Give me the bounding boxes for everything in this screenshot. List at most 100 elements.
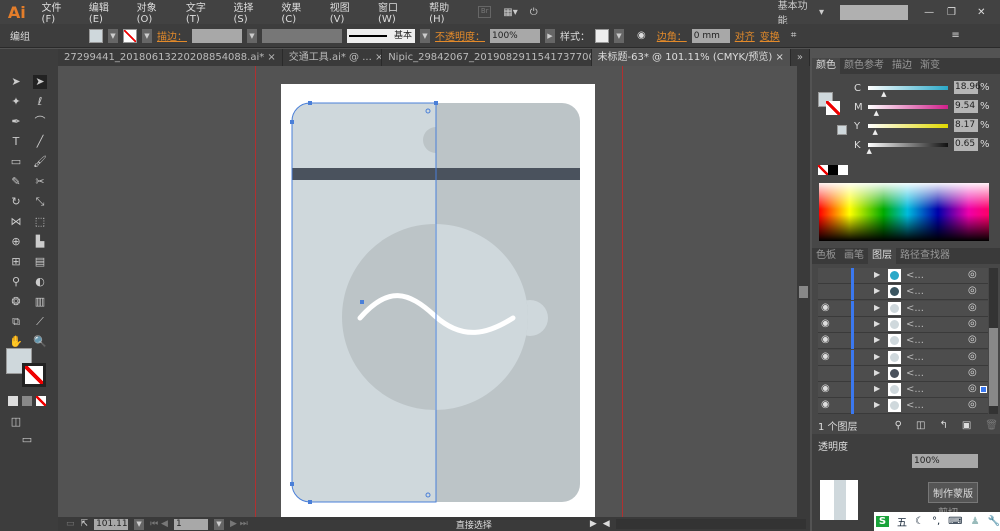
channel-value-m[interactable]: 9.54 <box>954 100 978 113</box>
expand-triangle-icon[interactable]: ▶ <box>874 400 880 409</box>
target-icon[interactable]: ◎ <box>968 383 977 394</box>
export-icon[interactable]: ⇱ <box>81 519 89 529</box>
style-swatch[interactable] <box>595 28 609 43</box>
hand-tool-icon[interactable]: ✋ <box>9 335 23 349</box>
target-icon[interactable]: ◎ <box>968 285 977 296</box>
current-tool-status[interactable]: 直接选择 <box>364 518 584 531</box>
minimize-button[interactable]: — <box>918 7 940 18</box>
eye-icon[interactable]: ◉ <box>821 351 835 362</box>
paintbrush-icon[interactable]: 🖌 <box>33 155 47 169</box>
target-icon[interactable]: ◎ <box>968 269 977 280</box>
tab-stroke[interactable]: 描边 <box>888 58 916 74</box>
layer-row[interactable]: ◉ ▶ <... ◎ <box>818 333 988 350</box>
layer-name[interactable]: <... <box>906 400 924 411</box>
vertical-scrollbar[interactable] <box>797 66 810 517</box>
variable-width-field[interactable] <box>262 28 342 43</box>
chevron-down-icon[interactable]: ▼ <box>108 28 118 43</box>
shape-builder-icon[interactable]: ⊕ <box>9 235 23 249</box>
zoom-tool-icon[interactable]: 🔍 <box>33 335 47 349</box>
delete-layer-icon[interactable]: 🗑 <box>985 420 998 431</box>
stroke-swatch[interactable] <box>123 28 137 43</box>
rotate-tool-icon[interactable]: ↻ <box>9 195 23 209</box>
gpu-icon[interactable]: ⏻ <box>530 7 538 18</box>
tab-document-1[interactable]: 27299441_20180613220208854088.ai* × <box>58 49 283 66</box>
black-swatch[interactable] <box>828 165 838 175</box>
target-icon[interactable]: ◎ <box>968 399 977 410</box>
pen-tool-icon[interactable]: ✒ <box>9 115 23 129</box>
menu-window[interactable]: 窗口(W) <box>370 0 421 25</box>
search-input[interactable] <box>839 4 908 20</box>
tab-document-4[interactable]: 未标题-63* @ 101.11% (CMYK/预览) × <box>591 49 791 66</box>
recolor-icon[interactable]: ◉ <box>637 30 646 41</box>
expand-triangle-icon[interactable]: ▶ <box>874 335 880 344</box>
graph-tool-icon[interactable]: ▥ <box>33 295 47 309</box>
perspective-grid-icon[interactable]: ▙ <box>33 235 47 249</box>
mesh-tool-icon[interactable]: ⊞ <box>9 255 23 269</box>
layer-row[interactable]: ◉ ▶ <... ◎ <box>818 300 988 317</box>
tab-gradient[interactable]: 渐变 <box>916 58 944 74</box>
user-icon[interactable]: ♟ <box>971 516 980 527</box>
magic-wand-icon[interactable]: ✦ <box>9 95 23 109</box>
out-of-gamut-swatch[interactable] <box>837 125 847 135</box>
menu-file[interactable]: 文件(F) <box>34 0 81 25</box>
stroke-color-box[interactable] <box>22 363 46 387</box>
brush-profile-field[interactable]: 基本 <box>347 28 415 43</box>
chevron-right-icon[interactable]: ▶ <box>545 28 555 43</box>
slider-handle[interactable]: ▲ <box>874 109 879 117</box>
punctuation-icon[interactable]: °, <box>932 516 940 527</box>
corner-field[interactable]: 0 mm <box>691 28 730 43</box>
color-button[interactable] <box>8 396 18 406</box>
color-spectrum[interactable] <box>819 183 989 241</box>
layer-name[interactable]: <... <box>906 352 924 363</box>
artwork[interactable] <box>58 66 797 517</box>
zoom-field[interactable]: 101.11 <box>94 518 129 530</box>
pencil-icon[interactable]: ✎ <box>9 175 23 189</box>
layer-name[interactable]: <... <box>906 303 924 314</box>
layers-scrollbar[interactable] <box>989 268 998 414</box>
curvature-tool-icon[interactable]: ⌒ <box>33 115 47 129</box>
horizontal-scrollbar[interactable] <box>615 519 806 529</box>
channel-slider-c[interactable] <box>868 86 948 90</box>
menu-edit[interactable]: 编辑(E) <box>81 0 129 25</box>
ime-mode[interactable]: 五 <box>897 514 907 529</box>
layer-name[interactable]: <... <box>906 335 924 346</box>
target-icon[interactable]: ◎ <box>968 367 977 378</box>
target-icon[interactable]: ◎ <box>968 334 977 345</box>
layer-row[interactable]: ▶ <... ◎ <box>818 284 988 301</box>
stroke-weight-field[interactable] <box>192 28 242 43</box>
layer-row[interactable]: ◉ ▶ <... ◎ <box>818 349 988 366</box>
slider-handle[interactable]: ▲ <box>867 147 872 155</box>
tab-brushes[interactable]: 画笔 <box>840 248 868 264</box>
layer-row[interactable]: ◉ ▶ <... ◎ <box>818 316 988 333</box>
eye-icon[interactable]: ◉ <box>821 318 835 329</box>
gradient-button[interactable] <box>22 396 32 406</box>
expand-triangle-icon[interactable]: ▶ <box>874 368 880 377</box>
new-layer-icon[interactable]: ▣ <box>962 420 971 431</box>
tab-swatches[interactable]: 色板 <box>812 248 840 264</box>
artboard-tool-icon[interactable]: ⧉ <box>9 315 23 329</box>
expand-triangle-icon[interactable]: ▶ <box>874 270 880 279</box>
rectangle-tool-icon[interactable]: ▭ <box>9 155 23 169</box>
slider-handle[interactable]: ▲ <box>881 90 886 98</box>
direct-selection-tool-icon[interactable]: ➤ <box>33 75 47 89</box>
chevron-down-icon[interactable]: ▼ <box>213 518 224 530</box>
workspace-switcher[interactable]: 基本功能 <box>778 0 815 27</box>
restore-button[interactable]: ❐ <box>940 7 962 18</box>
line-tool-icon[interactable]: ╱ <box>33 135 47 149</box>
layer-name[interactable]: <... <box>906 270 924 281</box>
new-sublayer-icon[interactable]: ↰ <box>939 420 947 431</box>
target-icon[interactable]: ◎ <box>968 318 977 329</box>
menu-view[interactable]: 视图(V) <box>322 0 370 25</box>
chevron-down-icon[interactable]: ▼ <box>614 28 624 43</box>
blend-tool-icon[interactable]: ◐ <box>33 275 47 289</box>
selection-indicator[interactable] <box>980 386 987 394</box>
scroll-left-icon[interactable]: ◀ <box>603 519 610 529</box>
menu-effect[interactable]: 效果(C) <box>273 0 321 25</box>
eye-icon[interactable]: ◉ <box>821 302 835 313</box>
tab-document-3[interactable]: Nipic_29842067_20190829115417377000.ai* … <box>382 49 592 66</box>
layer-row[interactable]: ◉ ▶ <... ◎ <box>818 398 988 415</box>
panel-stroke-swatch[interactable] <box>826 101 840 115</box>
isolate-icon[interactable]: ⌗ <box>791 30 797 41</box>
menu-object[interactable]: 对象(O) <box>129 0 178 25</box>
layer-name[interactable]: <... <box>906 286 924 297</box>
